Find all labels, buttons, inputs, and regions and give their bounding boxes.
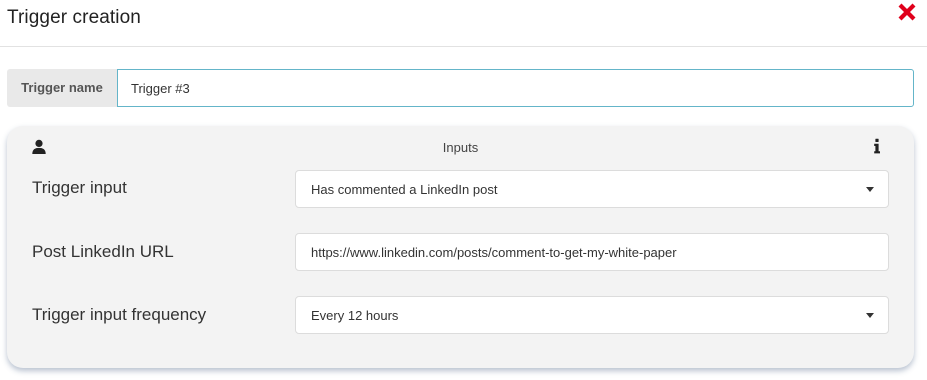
trigger-input-label: Trigger input <box>32 178 127 197</box>
chevron-down-icon <box>866 313 874 318</box>
post-linkedin-url-value: https://www.linkedin.com/posts/comment-t… <box>311 245 677 260</box>
dialog-title: Trigger creation <box>7 7 141 28</box>
trigger-input-value: Has commented a LinkedIn post <box>311 182 498 197</box>
inputs-card: Inputs Trigger input Has commented a Lin… <box>7 126 914 368</box>
post-linkedin-url-label: Post LinkedIn URL <box>32 242 174 261</box>
close-button[interactable] <box>896 1 918 23</box>
close-icon <box>898 3 916 21</box>
chevron-down-icon <box>866 187 874 192</box>
trigger-input-frequency-label: Trigger input frequency <box>32 305 207 324</box>
trigger-name-label: Trigger name <box>7 69 117 107</box>
post-linkedin-url-input[interactable]: https://www.linkedin.com/posts/comment-t… <box>295 233 889 271</box>
trigger-name-row: Trigger name <box>7 69 914 107</box>
trigger-input-select[interactable]: Has commented a LinkedIn post <box>295 170 889 208</box>
info-icon[interactable] <box>873 138 881 154</box>
trigger-input-frequency-value: Every 12 hours <box>311 308 399 323</box>
trigger-creation-dialog: Trigger creation Trigger name Inputs Tri… <box>0 0 927 380</box>
inputs-card-title: Inputs <box>442 140 479 155</box>
trigger-name-input[interactable] <box>117 69 914 107</box>
trigger-input-frequency-select[interactable]: Every 12 hours <box>295 296 889 334</box>
dialog-header: Trigger creation <box>0 0 927 47</box>
